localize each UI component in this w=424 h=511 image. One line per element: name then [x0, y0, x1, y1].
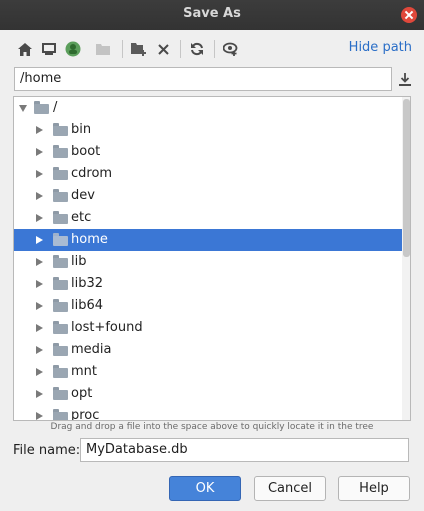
refresh-icon[interactable]: [188, 40, 206, 58]
new-folder-icon[interactable]: [130, 40, 148, 58]
folder-icon: [53, 365, 68, 378]
expand-arrow-icon[interactable]: [36, 170, 43, 178]
tree-item-boot[interactable]: boot: [14, 141, 402, 163]
new-folder-disabled-icon: [94, 40, 112, 58]
expand-arrow-icon[interactable]: [36, 258, 43, 266]
hide-path-link[interactable]: Hide path: [349, 40, 412, 55]
save-as-dialog: Save As Hide path /home / bin boot cdrom…: [0, 0, 424, 511]
expand-arrow-icon[interactable]: [36, 346, 43, 354]
tree-item-bin[interactable]: bin: [14, 119, 402, 141]
tree-item-label: mnt: [71, 364, 97, 379]
folder-icon: [53, 123, 68, 136]
tree-item-cdrom[interactable]: cdrom: [14, 163, 402, 185]
expand-arrow-icon[interactable]: [36, 214, 43, 222]
tree-item-media[interactable]: media: [14, 339, 402, 361]
expand-arrow-icon[interactable]: [36, 192, 43, 200]
collapse-arrow-icon[interactable]: [19, 105, 27, 112]
toolbar-separator: [214, 40, 215, 58]
expand-arrow-icon[interactable]: [36, 236, 43, 244]
tree-item-proc[interactable]: proc: [14, 405, 402, 421]
tree-item-mnt[interactable]: mnt: [14, 361, 402, 383]
show-hidden-icon[interactable]: [222, 40, 240, 58]
desktop-icon[interactable]: [40, 40, 58, 58]
tree-item-home[interactable]: home: [14, 229, 402, 251]
delete-icon[interactable]: [154, 40, 172, 58]
scrollbar-thumb[interactable]: [403, 99, 410, 257]
tree-item-dev[interactable]: dev: [14, 185, 402, 207]
tree-item-label: boot: [71, 144, 101, 159]
tree-item-label: etc: [71, 210, 92, 225]
tree-item-lib64[interactable]: lib64: [14, 295, 402, 317]
folder-icon: [53, 211, 68, 224]
expand-arrow-icon[interactable]: [36, 324, 43, 332]
tree-item-label: lib: [71, 254, 87, 269]
folder-icon: [53, 387, 68, 400]
tree-item-lib[interactable]: lib: [14, 251, 402, 273]
tree-scrollbar[interactable]: [402, 97, 410, 420]
file-name-label: File name:: [13, 443, 81, 458]
tree-item-lost-found[interactable]: lost+found: [14, 317, 402, 339]
folder-icon: [53, 189, 68, 202]
help-button[interactable]: Help: [338, 476, 410, 501]
expand-arrow-icon[interactable]: [36, 390, 43, 398]
tree-item-label: media: [71, 342, 112, 357]
folder-icon: [53, 409, 68, 420]
close-button[interactable]: [401, 7, 417, 23]
tree-item-label: opt: [71, 386, 93, 401]
folder-icon: [53, 255, 68, 268]
file-name-input[interactable]: MyDatabase.db: [80, 438, 409, 462]
project-icon[interactable]: [64, 40, 82, 58]
tree-item-lib32[interactable]: lib32: [14, 273, 402, 295]
tree-item-label: lib32: [71, 276, 104, 291]
home-icon[interactable]: [16, 40, 34, 58]
tree-item-label: cdrom: [71, 166, 113, 181]
download-icon[interactable]: [396, 70, 414, 88]
expand-arrow-icon[interactable]: [36, 126, 43, 134]
path-input[interactable]: /home: [14, 67, 392, 91]
expand-arrow-icon[interactable]: [36, 412, 43, 420]
folder-icon: [53, 343, 68, 356]
toolbar: Hide path: [12, 38, 412, 60]
tree-item-label: home: [71, 232, 108, 247]
expand-arrow-icon[interactable]: [36, 148, 43, 156]
tree-item-label: lib64: [71, 298, 104, 313]
ok-button[interactable]: OK: [169, 476, 241, 501]
drag-drop-hint: Drag and drop a file into the space abov…: [50, 422, 374, 432]
folder-icon: [53, 145, 68, 158]
cancel-button[interactable]: Cancel: [254, 476, 326, 501]
tree-item-label: lost+found: [71, 320, 143, 335]
expand-arrow-icon[interactable]: [36, 280, 43, 288]
folder-icon: [34, 101, 49, 114]
tree-root-label: /: [53, 100, 58, 115]
folder-icon: [53, 321, 68, 334]
tree-item-label: dev: [71, 188, 95, 203]
title-bar[interactable]: Save As: [0, 0, 424, 30]
folder-icon: [53, 233, 68, 246]
expand-arrow-icon[interactable]: [36, 368, 43, 376]
tree-item-label: bin: [71, 122, 92, 137]
folder-icon: [53, 277, 68, 290]
dialog-title: Save As: [183, 6, 241, 21]
tree-item-opt[interactable]: opt: [14, 383, 402, 405]
expand-arrow-icon[interactable]: [36, 302, 43, 310]
toolbar-separator: [122, 40, 123, 58]
tree-item-label: proc: [71, 408, 100, 421]
toolbar-separator: [180, 40, 181, 58]
file-tree[interactable]: / bin boot cdrom dev etc home lib lib32 lib64 los…: [13, 96, 411, 421]
tree-item-etc[interactable]: etc: [14, 207, 402, 229]
tree-root[interactable]: /: [14, 97, 402, 119]
folder-icon: [53, 167, 68, 180]
folder-icon: [53, 299, 68, 312]
